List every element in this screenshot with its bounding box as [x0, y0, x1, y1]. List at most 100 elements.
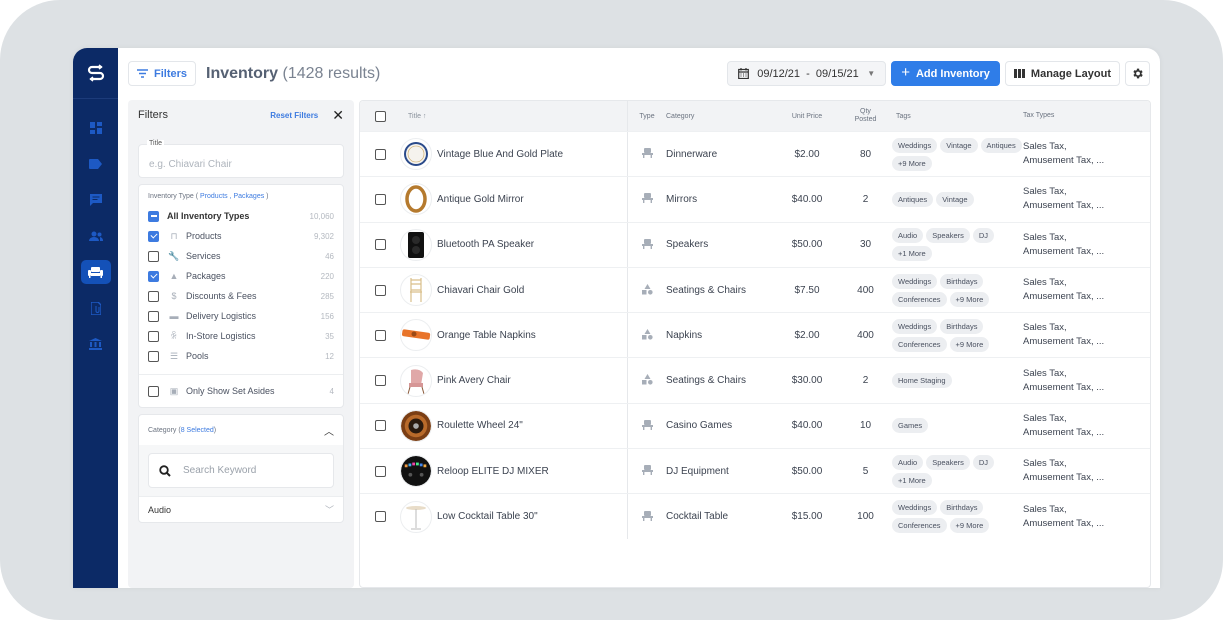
chevron-up-icon[interactable]: ︿ — [324, 423, 334, 438]
tag-chip[interactable]: Weddings — [892, 500, 938, 516]
tag-chip[interactable]: DJ — [972, 454, 995, 470]
row-checkbox[interactable] — [374, 329, 386, 341]
table-row[interactable]: Bluetooth PA Speaker Speakers $50.00 30 Audi… — [360, 221, 1150, 267]
col-qty-posted[interactable]: Qty Posted — [843, 108, 888, 124]
item-title[interactable]: Orange Table Napkins — [437, 330, 536, 341]
table-row[interactable]: Reloop ELITE DJ MIXER DJ Equipment $50.00 5… — [360, 448, 1150, 494]
table-row[interactable]: Orange Table Napkins Napkins $2.00 400 Weddi… — [360, 312, 1150, 358]
all-inventory-types-option[interactable]: All Inventory Types 10,060 — [148, 206, 334, 226]
tag-chip[interactable]: Weddings — [892, 137, 938, 153]
inventory-type-option[interactable]: $ Discounts & Fees 285 — [148, 286, 334, 306]
tag-chip[interactable]: +9 More — [949, 518, 990, 534]
inventory-type-option[interactable]: ▬ Delivery Logistics 156 — [148, 306, 334, 326]
set-asides-option[interactable]: ▣ Only Show Set Asides 4 — [148, 381, 334, 401]
col-title[interactable]: Title ↑ — [400, 101, 628, 131]
date-range-picker[interactable]: 09/12/21 - 09/15/21 ▼ — [727, 61, 887, 86]
item-title[interactable]: Pink Avery Chair — [437, 375, 511, 386]
tag-chip[interactable]: Birthdays — [940, 500, 984, 516]
tag-chip[interactable]: Home Staging — [892, 373, 952, 389]
tag-chip[interactable]: Audio — [892, 454, 924, 470]
inventory-type-checkbox[interactable] — [148, 250, 159, 262]
col-tax-types[interactable]: Tax Types — [1023, 109, 1143, 123]
inventory-type-checkbox[interactable] — [148, 230, 159, 242]
nav-item-tag[interactable] — [81, 152, 111, 176]
tag-chip[interactable]: Conferences — [892, 291, 947, 307]
tag-chip[interactable]: +9 More — [949, 291, 990, 307]
nav-item-message[interactable] — [81, 188, 111, 212]
add-inventory-button[interactable]: + Add Inventory — [891, 61, 1000, 86]
item-title[interactable]: Reloop ELITE DJ MIXER — [437, 466, 549, 477]
row-checkbox[interactable] — [374, 193, 386, 205]
manage-layout-button[interactable]: Manage Layout — [1004, 61, 1120, 86]
category-item-audio[interactable]: Audio ﹀ — [139, 496, 343, 522]
select-all-checkbox[interactable] — [374, 110, 386, 122]
item-title[interactable]: Bluetooth PA Speaker — [437, 239, 534, 250]
tag-chip[interactable]: Vintage — [940, 137, 978, 153]
inventory-type-option[interactable]: ꆜ In-Store Logistics 35 — [148, 326, 334, 346]
inventory-type-checkbox[interactable] — [148, 310, 159, 322]
row-checkbox[interactable] — [374, 420, 386, 432]
nav-item-bank[interactable] — [81, 332, 111, 356]
col-category[interactable]: Category — [666, 113, 771, 120]
row-checkbox[interactable] — [374, 511, 386, 523]
tag-chip[interactable]: Conferences — [892, 336, 947, 352]
tag-chip[interactable]: +1 More — [892, 472, 932, 488]
tag-chip[interactable]: DJ — [972, 228, 995, 244]
tag-chip[interactable]: Birthdays — [940, 318, 984, 334]
tag-chip[interactable]: Birthdays — [940, 273, 984, 289]
tag-chip[interactable]: Conferences — [892, 518, 947, 534]
table-row[interactable]: Low Cocktail Table 30" Cocktail Table $15.… — [360, 493, 1150, 539]
table-row[interactable]: Vintage Blue And Gold Plate Dinnerware $2.… — [360, 131, 1150, 177]
item-title[interactable]: Antique Gold Mirror — [437, 194, 524, 205]
inventory-type-checkbox[interactable] — [148, 330, 159, 342]
title-filter-field[interactable]: Title e.g. Chiavari Chair — [138, 140, 344, 178]
row-checkbox[interactable] — [374, 239, 386, 251]
tag-chip[interactable]: +9 More — [949, 336, 990, 352]
tag-chip[interactable]: +9 More — [892, 155, 932, 171]
inventory-type-checkbox[interactable] — [148, 290, 159, 302]
nav-item-inventory-sofa[interactable] — [80, 260, 111, 284]
tag-chip[interactable]: Games — [892, 418, 929, 434]
table-row[interactable]: Chiavari Chair Gold Seatings & Chairs $7.5… — [360, 266, 1150, 313]
inventory-type-checkbox[interactable] — [148, 350, 159, 362]
nav-item-dashboard[interactable] — [81, 116, 111, 140]
inventory-type-option[interactable]: 🔧 Services 46 — [148, 246, 334, 266]
tag-chip[interactable]: Weddings — [892, 318, 938, 334]
item-title[interactable]: Roulette Wheel 24" — [437, 420, 523, 431]
inventory-type-option[interactable]: ▲ Packages 220 — [148, 266, 334, 286]
tag-chip[interactable]: Vintage — [936, 191, 974, 207]
item-title[interactable]: Chiavari Chair Gold — [437, 285, 524, 296]
col-tags[interactable]: Tags — [888, 113, 1023, 120]
tag-chip[interactable]: Weddings — [892, 273, 938, 289]
row-checkbox[interactable] — [374, 284, 386, 296]
settings-button[interactable] — [1125, 61, 1150, 86]
nav-item-people[interactable] — [81, 224, 111, 248]
app-logo[interactable] — [73, 48, 118, 99]
table-row[interactable]: Pink Avery Chair Seatings & Chairs $30.00 2… — [360, 357, 1150, 403]
row-checkbox[interactable] — [374, 148, 386, 160]
tag-chip[interactable]: +1 More — [892, 246, 932, 262]
category-filter-header[interactable]: Category ( 8 Selected ) ︿ — [139, 415, 343, 445]
tag-chip[interactable]: Speakers — [926, 228, 970, 244]
close-icon[interactable]: ✕ — [332, 107, 344, 124]
table-row[interactable]: Roulette Wheel 24" Casino Games $40.00 10 Ga… — [360, 402, 1150, 449]
tag-chip[interactable]: Audio — [892, 228, 924, 244]
category-search-input[interactable]: Search Keyword — [148, 453, 334, 488]
tag-chip[interactable]: Antiques — [892, 191, 934, 207]
all-types-checkbox[interactable] — [148, 210, 159, 222]
col-type[interactable]: Type — [628, 113, 666, 120]
item-title[interactable]: Vintage Blue And Gold Plate — [437, 149, 563, 160]
chevron-down-icon[interactable]: ﹀ — [325, 503, 334, 516]
row-checkbox[interactable] — [374, 375, 386, 387]
row-checkbox[interactable] — [374, 465, 386, 477]
inventory-type-option[interactable]: ☰ Pools 12 — [148, 346, 334, 366]
col-unit-price[interactable]: Unit Price — [771, 113, 843, 120]
tag-chip[interactable]: Antiques — [980, 137, 1022, 153]
item-title[interactable]: Low Cocktail Table 30" — [437, 511, 538, 522]
nav-item-document[interactable] — [81, 296, 111, 320]
set-asides-checkbox[interactable] — [148, 385, 159, 397]
inventory-type-checkbox[interactable] — [148, 270, 159, 282]
tag-chip[interactable]: Speakers — [926, 454, 970, 470]
filters-button[interactable]: Filters — [128, 61, 197, 86]
reset-filters-link[interactable]: Reset Filters — [270, 111, 318, 120]
